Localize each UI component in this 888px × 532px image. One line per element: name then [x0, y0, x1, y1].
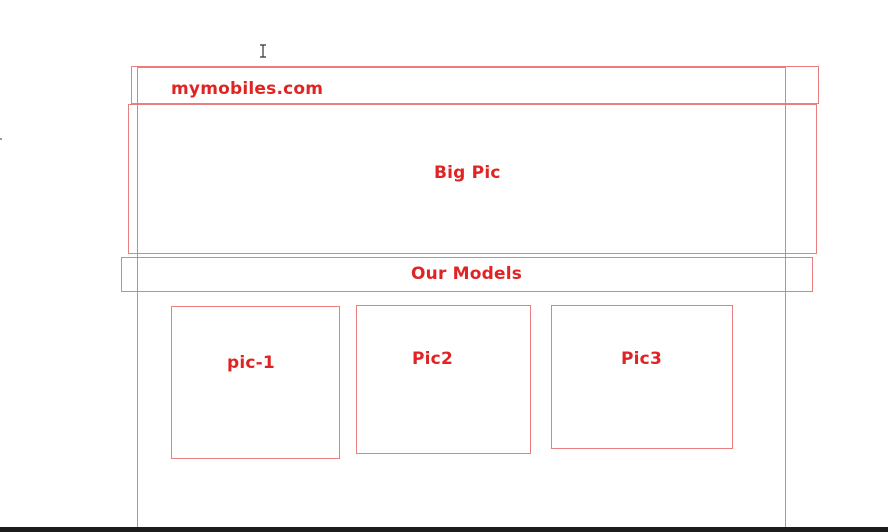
model-card: Pic2 [356, 305, 531, 454]
model-card: Pic3 [551, 305, 733, 449]
stray-mark [0, 138, 2, 140]
model-card: pic-1 [171, 306, 340, 459]
model-card-label: Pic3 [621, 349, 662, 369]
hero-label: Big Pic [434, 163, 501, 183]
bottom-bar [0, 527, 888, 532]
model-card-label: Pic2 [412, 349, 453, 369]
model-card-label: pic-1 [227, 353, 275, 373]
models-heading: Our Models [411, 264, 523, 284]
site-name: mymobiles.com [171, 79, 324, 99]
text-cursor-icon [260, 44, 266, 58]
